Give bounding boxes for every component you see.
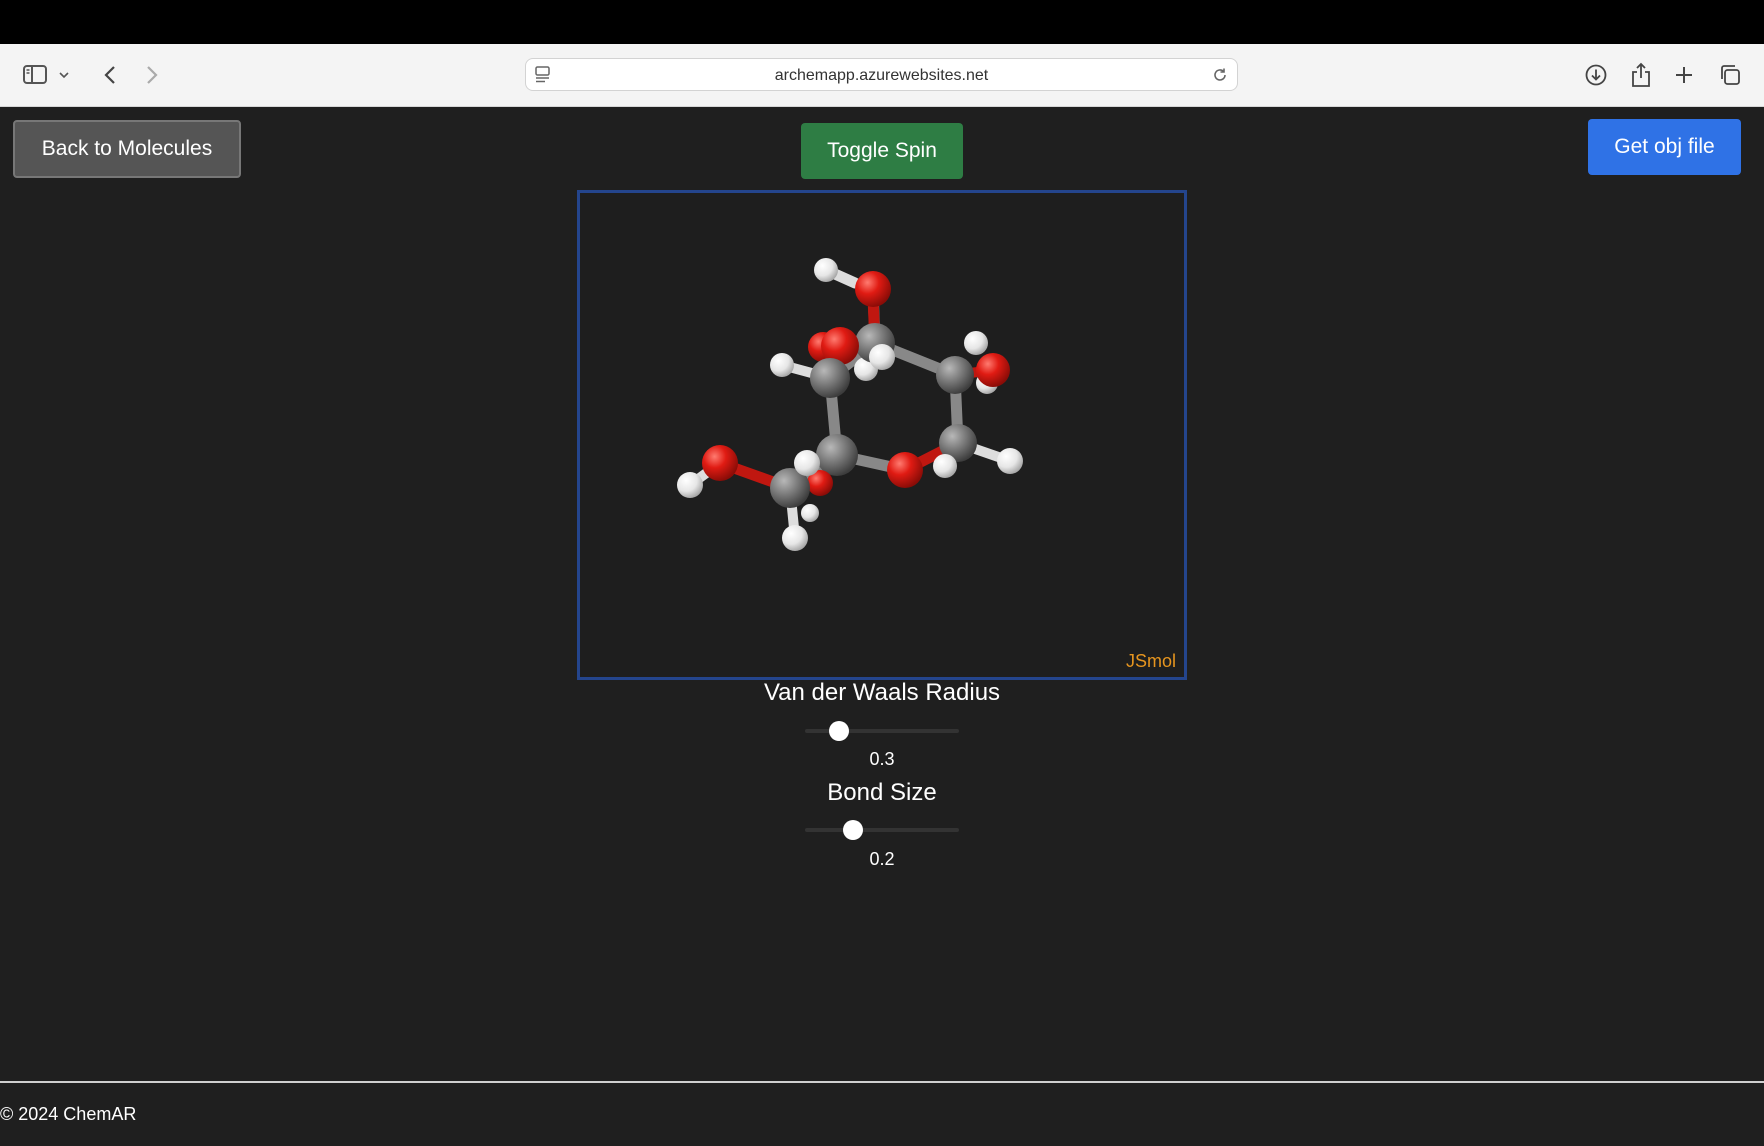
vdw-radius-value: 0.3 [869, 749, 895, 769]
hydrogen-atom [814, 258, 838, 282]
hydrogen-atom [782, 525, 808, 551]
carbon-atom [936, 356, 974, 394]
hydrogen-atom [794, 450, 820, 476]
vdw-slider-thumb[interactable] [829, 721, 849, 741]
hydrogen-atom [964, 331, 988, 355]
bond-slider-thumb[interactable] [843, 820, 863, 840]
forward-arrow-icon[interactable] [138, 61, 166, 89]
bond-size-title: Bond Size [827, 779, 937, 806]
back-to-molecules-button[interactable]: Back to Molecules [13, 120, 241, 178]
new-tab-plus-icon[interactable] [1670, 61, 1698, 89]
jsmol-viewer[interactable]: JSmol [577, 190, 1187, 680]
tab-overview-icon[interactable] [1716, 61, 1744, 89]
footer-copyright: © 2024 ChemAR [0, 1104, 137, 1124]
toggle-spin-button[interactable]: Toggle Spin [801, 123, 963, 179]
screen-top-bar [0, 0, 1764, 44]
sidebar-icon[interactable] [22, 61, 50, 89]
carbon-atom [810, 358, 850, 398]
vdw-radius-title: Van der Waals Radius [763, 679, 1001, 706]
bond-size-value: 0.2 [869, 849, 895, 869]
footer-divider [0, 1081, 1764, 1083]
hydrogen-atom [869, 344, 895, 370]
address-text: archemapp.azurewebsites.net [774, 67, 989, 84]
chevron-down-icon[interactable] [56, 61, 72, 89]
share-icon[interactable] [1627, 61, 1655, 89]
page-content: Back to Molecules Toggle Spin Get obj fi… [0, 107, 1764, 1146]
oxygen-atom [976, 353, 1010, 387]
address-bar[interactable]: archemapp.azurewebsites.net [525, 58, 1238, 91]
vdw-radius-slider[interactable] [805, 721, 959, 741]
hydrogen-atom [933, 454, 957, 478]
carbon-atom [816, 434, 858, 476]
download-icon[interactable] [1582, 61, 1610, 89]
back-arrow-icon[interactable] [96, 61, 124, 89]
browser-toolbar: archemapp.azurewebsites.net [0, 44, 1764, 107]
reload-icon[interactable] [1211, 66, 1229, 89]
jsmol-watermark: JSmol [1125, 651, 1176, 671]
hydrogen-atom [770, 353, 794, 377]
oxygen-atom [702, 445, 738, 481]
get-obj-file-button[interactable]: Get obj file [1588, 119, 1741, 175]
hydrogen-atom [677, 472, 703, 498]
oxygen-atom [887, 452, 923, 488]
bond-size-slider[interactable] [805, 820, 959, 840]
hydrogen-atom [801, 504, 819, 522]
hydrogen-atom [997, 448, 1023, 474]
molecule-model [677, 258, 1023, 551]
oxygen-atom [855, 271, 891, 307]
